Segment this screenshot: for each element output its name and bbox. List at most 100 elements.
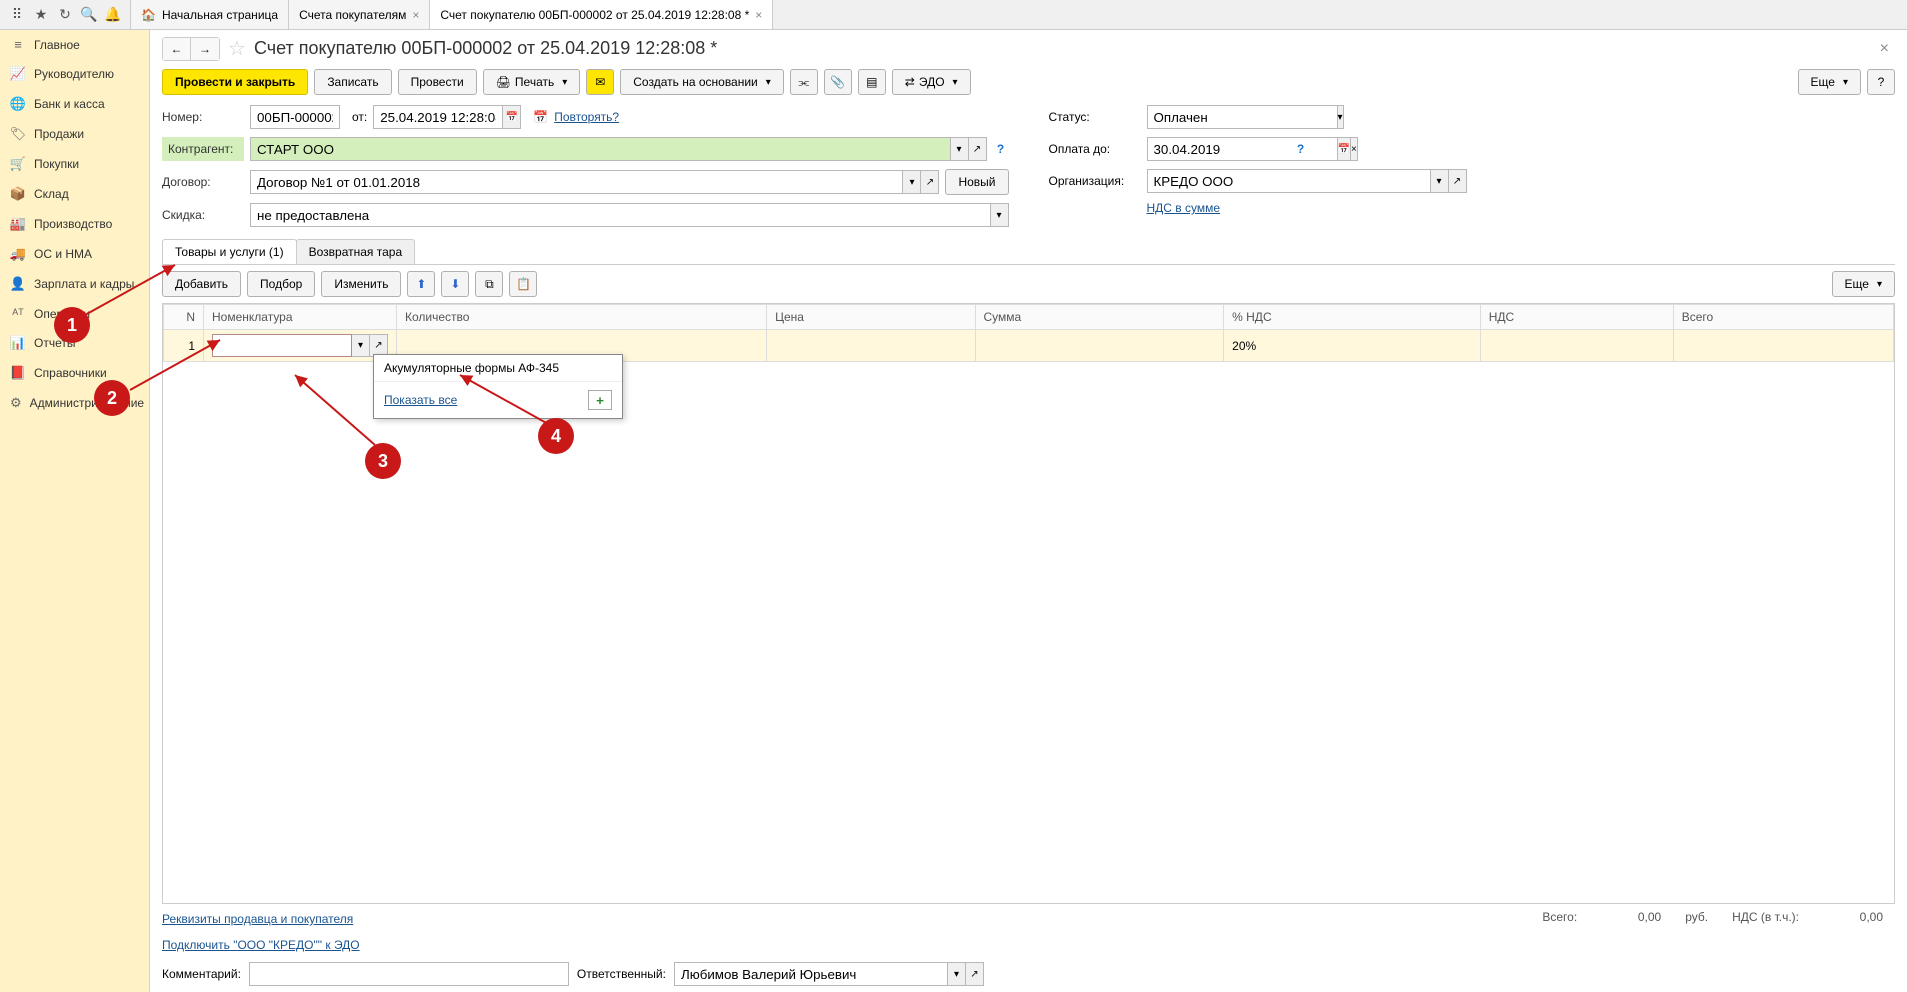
comment-field[interactable] [249,962,569,986]
sidebar-item-1[interactable]: 📈Руководителю [0,59,149,89]
favorite-icon[interactable]: ☆ [228,36,246,61]
sidebar-label: Покупки [34,157,79,171]
comment-label: Комментарий: [162,967,241,981]
help-button[interactable]: ? [1867,69,1895,95]
vat-link[interactable]: НДС в сумме [1147,201,1221,215]
back-button[interactable]: ← [163,38,191,60]
forward-button[interactable]: → [191,38,219,60]
select-button[interactable]: Подбор [247,271,315,297]
sidebar-item-4[interactable]: 🛒Покупки [0,149,149,179]
table-more-button[interactable]: Еще [1832,271,1895,297]
sidebar-icon: ᴬᵀ [10,306,26,321]
discount-label: Скидка: [162,208,244,222]
cell-vat[interactable] [1480,330,1673,362]
contract-label: Договор: [162,175,244,189]
sidebar-item-8[interactable]: 👤Зарплата и кадры [0,269,149,299]
tab-goods[interactable]: Товары и услуги (1) [162,239,297,264]
submit-close-button[interactable]: Провести и закрыть [162,69,308,95]
tab-tara[interactable]: Возвратная тара [296,239,416,264]
tab-current-invoice[interactable]: Счет покупателю 00БП-000002 от 25.04.201… [430,0,773,29]
print-button[interactable]: 🖨 Печать [483,69,581,95]
sidebar-item-7[interactable]: 🚚ОС и НМА [0,239,149,269]
edo-connect-link[interactable]: Подключить "ООО "КРЕДО"" к ЭДО [162,938,360,952]
related-button[interactable]: ⫘ [790,69,818,95]
copy-icon[interactable]: ⧉ [475,271,503,297]
sidebar-item-3[interactable]: 🏷Продажи [0,119,149,149]
cell-sum[interactable] [975,330,1224,362]
sidebar-label: Главное [34,38,80,52]
star-icon[interactable]: ★ [29,3,53,27]
move-down-icon[interactable]: ⬇ [441,271,469,297]
number-label: Номер: [162,110,244,124]
add-nomen-button[interactable]: + [588,390,612,410]
submit-button[interactable]: Провести [398,69,477,95]
responsible-field[interactable] [674,962,948,986]
date-field[interactable] [373,105,503,129]
dropdown-icon[interactable]: ▾ [948,962,966,986]
edo-button[interactable]: ⇄ ЭДО [892,69,971,95]
help-icon[interactable]: ? [1293,142,1309,156]
close-button[interactable]: × [1874,40,1895,58]
paid-until-field[interactable] [1147,137,1338,161]
add-button[interactable]: Добавить [162,271,241,297]
dropdown-icon[interactable]: ▾ [1338,105,1344,129]
nomen-input[interactable] [212,334,352,357]
calendar-icon[interactable]: 📅 [503,105,521,129]
cell-nomen[interactable]: ▾ ↗ [204,330,397,362]
new-button[interactable]: Новый [945,169,1008,195]
clear-icon[interactable]: × [1351,137,1358,161]
open-icon[interactable]: ↗ [1449,169,1467,193]
dropdown-icon[interactable]: ▾ [951,137,969,161]
status-field[interactable] [1147,105,1338,129]
number-field[interactable] [250,105,340,129]
cell-total[interactable] [1673,330,1893,362]
close-icon[interactable]: × [412,8,419,22]
dropdown-icon[interactable]: ▾ [352,334,370,357]
apps-icon[interactable]: ⠿ [5,3,29,27]
col-vat: НДС [1480,305,1673,330]
col-vat-pct: % НДС [1224,305,1481,330]
bell-icon[interactable]: 🔔 [101,3,125,27]
dropdown-icon[interactable]: ▾ [903,170,921,194]
sidebar-item-5[interactable]: 📦Склад [0,179,149,209]
attach-icon[interactable]: 📎 [824,69,852,95]
help-icon[interactable]: ? [993,142,1009,156]
save-button[interactable]: Записать [314,69,391,95]
show-all-link[interactable]: Показать все [384,393,457,407]
open-icon[interactable]: ↗ [921,170,939,194]
contract-field[interactable] [250,170,903,194]
cell-price[interactable] [767,330,975,362]
change-button[interactable]: Изменить [321,271,401,297]
nav-arrows: ← → [162,37,220,61]
cell-vat-pct[interactable]: 20% [1224,330,1481,362]
sidebar-item-11[interactable]: 📕Справочники [0,358,149,388]
sidebar-icon: 🌐 [10,96,26,112]
sidebar-item-0[interactable]: ≡Главное [0,30,149,59]
repeat-link[interactable]: Повторять? [554,110,619,124]
dropdown-icon[interactable]: ▾ [991,203,1009,227]
open-icon[interactable]: ↗ [969,137,987,161]
sidebar-item-2[interactable]: 🌐Банк и касса [0,89,149,119]
dropdown-icon[interactable]: ▾ [1431,169,1449,193]
search-icon[interactable]: 🔍 [77,3,101,27]
mail-button[interactable]: ✉ [586,69,614,95]
close-icon[interactable]: × [755,8,762,22]
tab-home[interactable]: 🏠 Начальная страница [130,0,289,29]
contractor-field[interactable] [250,137,951,161]
more-button[interactable]: Еще [1798,69,1861,95]
dropdown-item[interactable]: Акумуляторные формы АФ-345 [374,355,622,381]
history-icon[interactable]: ↻ [53,3,77,27]
sidebar-icon: ⚙ [10,395,22,411]
create-base-button[interactable]: Создать на основании [620,69,784,95]
paste-icon[interactable]: 📋 [509,271,537,297]
org-field[interactable] [1147,169,1431,193]
seller-details-link[interactable]: Реквизиты продавца и покупателя [162,912,353,926]
sidebar-item-6[interactable]: 🏭Производство [0,209,149,239]
col-total: Всего [1673,305,1893,330]
calendar-icon[interactable]: 📅 [1338,137,1351,161]
move-up-icon[interactable]: ⬆ [407,271,435,297]
report-icon[interactable]: ▤ [858,69,886,95]
discount-field[interactable] [250,203,991,227]
tab-invoices[interactable]: Счета покупателям × [289,0,430,29]
open-icon[interactable]: ↗ [966,962,984,986]
